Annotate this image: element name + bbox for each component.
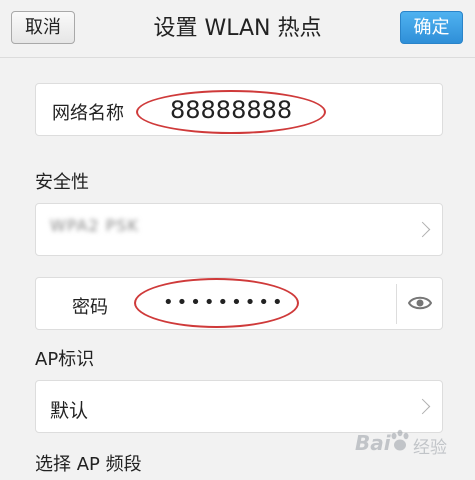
security-value: WPA2 PSK — [50, 216, 139, 235]
confirm-button[interactable]: 确定 — [400, 11, 463, 44]
annotation-circle-network-name — [136, 90, 326, 134]
ap-id-value: 默认 — [50, 400, 89, 422]
eye-divider — [396, 284, 397, 324]
band-section-label: 选择 AP 频段 — [35, 454, 142, 475]
chevron-right-icon — [414, 221, 431, 237]
page-title: 设置 WLAN 热点 — [153, 16, 322, 41]
cancel-button[interactable]: 取消 — [11, 11, 75, 44]
watermark-suffix: 经验 — [413, 438, 447, 458]
ap-id-section-label: AP标识 — [35, 349, 95, 370]
app-header: 取消 设置 WLAN 热点 确定 — [0, 0, 475, 58]
security-row[interactable]: WPA2 PSK — [35, 203, 443, 256]
password-label: 密码 — [72, 297, 108, 318]
eye-icon[interactable] — [408, 295, 432, 311]
annotation-circle-password — [134, 278, 299, 328]
network-name-label: 网络名称 — [52, 103, 124, 124]
chevron-right-icon — [414, 398, 431, 414]
baidu-watermark-logo: Bai 经验 — [355, 425, 465, 475]
security-section-label: 安全性 — [35, 172, 89, 193]
watermark-brand: Bai — [355, 431, 391, 455]
paw-icon — [391, 429, 409, 451]
